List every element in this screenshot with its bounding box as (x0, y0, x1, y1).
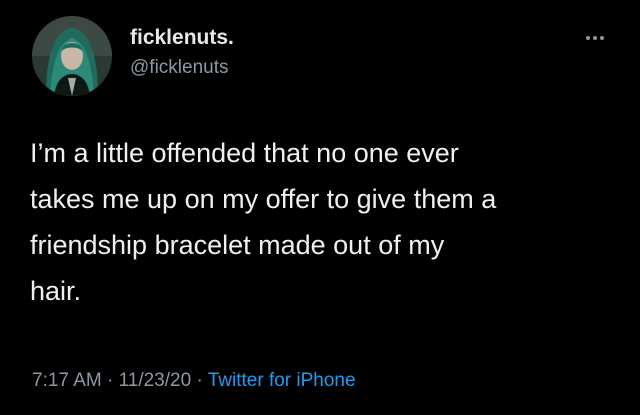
tweet-text-line: I’m a little offended that no one ever (30, 138, 459, 168)
user-handle[interactable]: @ficklenuts (130, 57, 229, 79)
tweet-text-line: hair. (30, 276, 82, 306)
profile-photo-icon (32, 16, 112, 96)
display-name[interactable]: ficklenuts. (130, 26, 234, 50)
meta-separator: · (101, 370, 119, 391)
tweet-card: ficklenuts. @ficklenuts I’m a little off… (0, 0, 640, 415)
tweet-text-line: friendship bracelet made out of my (30, 230, 445, 260)
tweet-text-line: takes me up on my offer to give them a (30, 184, 497, 214)
tweet-date[interactable]: 11/23/20 (119, 370, 192, 391)
tweet-text: I’m a little offended that no one ever t… (30, 130, 610, 314)
tweet-meta: 7:17 AM · 11/23/20 · Twitter for iPhone (32, 370, 356, 392)
tweet-time[interactable]: 7:17 AM (32, 370, 102, 391)
tweet-source-link[interactable]: Twitter for iPhone (208, 370, 356, 391)
avatar[interactable] (32, 16, 112, 96)
more-options-icon[interactable] (584, 30, 606, 40)
meta-separator: · (191, 370, 208, 391)
